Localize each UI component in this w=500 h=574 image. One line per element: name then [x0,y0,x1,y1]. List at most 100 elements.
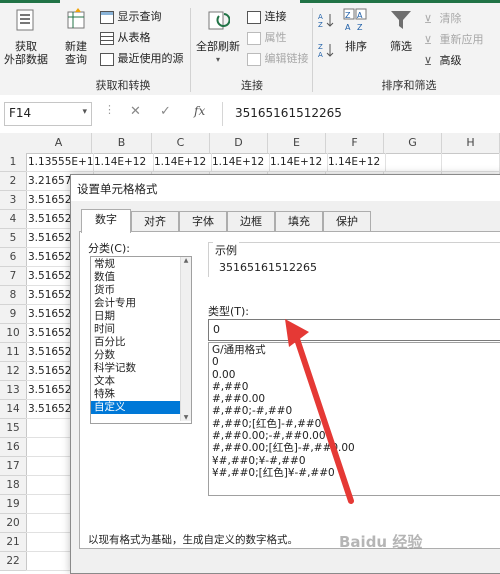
formula-input[interactable]: 35165161512265 [222,102,500,126]
svg-text:A: A [318,51,323,58]
row-header[interactable]: 2 [0,172,27,191]
edit-links-icon [247,52,261,66]
row-header[interactable]: 5 [0,229,27,248]
refresh-icon [206,8,231,32]
refresh-all-button[interactable]: 全部刷新 ▾ [194,8,242,66]
row-header[interactable]: 16 [0,438,27,457]
format-cells-dialog: 设置单元格格式 数字 对齐 字体 边框 填充 保护 分类(C): 常规 数值 货币 会计专用 日期… [70,174,500,574]
row-header[interactable]: 3 [0,191,27,210]
cell[interactable]: 1.14E+12 [326,153,386,172]
reapply-button[interactable]: ⊻ 重新应用 [424,33,484,47]
external-data-icon [14,8,38,32]
cell[interactable]: 1.14E+12 [210,153,270,172]
edit-links-button[interactable]: 编辑链接 [247,52,309,66]
connections-button[interactable]: 连接 [247,10,287,24]
row-header[interactable]: 14 [0,400,27,419]
svg-text:A: A [357,11,363,20]
confirm-icon[interactable]: ✓ [160,104,171,119]
recent-sources-icon [100,52,114,66]
row-header[interactable]: 17 [0,457,27,476]
row-header[interactable]: 11 [0,343,27,362]
filter-button[interactable]: 筛选 [383,8,419,53]
watermark: Baidu 经验 [339,533,423,551]
sort-button[interactable]: ZAAZ 排序 [338,8,374,53]
cell[interactable] [384,153,442,172]
formula-input-value: 35165161512265 [235,106,342,120]
row-header[interactable]: 19 [0,495,27,514]
row-header[interactable]: 1 [0,153,27,172]
row-header[interactable]: 10 [0,324,27,343]
group-label-connections: 连接 [241,79,263,92]
formula-bar: F14 ▾ ⋮ ✕ ✓ fx 35165161512265 [0,95,500,134]
row-header[interactable]: 18 [0,476,27,495]
new-query-button[interactable]: 新建 查询 [58,8,94,66]
column-header-e[interactable]: E [268,133,326,154]
filter-label: 筛选 [390,40,412,53]
show-queries-button[interactable]: 显示查询 [100,10,162,24]
cancel-icon[interactable]: ✕ [130,104,141,119]
clear-filter-label: 清除 [439,12,462,25]
properties-icon [247,31,261,45]
group-label-sort-filter: 排序和筛选 [381,79,437,92]
formula-more-icon: ⋮ [104,103,115,116]
properties-button[interactable]: 属性 [247,31,287,45]
new-query-icon [64,8,88,32]
get-external-data-button[interactable]: 获取 外部数据 [2,8,50,66]
new-query-label: 新建 查询 [65,40,87,66]
row-header[interactable]: 13 [0,381,27,400]
row-header[interactable]: 12 [0,362,27,381]
column-header-f[interactable]: F [326,133,384,154]
svg-text:A: A [318,13,323,21]
column-header-c[interactable]: C [152,133,210,154]
refresh-all-label: 全部刷新 [196,40,240,53]
row-header[interactable]: 4 [0,210,27,229]
name-box[interactable]: F14 ▾ [4,102,92,126]
sort-za-icon: ZA [318,43,334,59]
select-all-corner[interactable] [0,133,27,154]
column-header-b[interactable]: B [92,133,152,154]
show-queries-label: 显示查询 [117,10,162,23]
filter-icon [389,8,413,32]
sort-az-icon: AZ [318,13,334,29]
sort-ascending-button[interactable]: AZ [318,12,334,31]
column-header-a[interactable]: A [26,133,92,154]
insert-function-button[interactable]: fx [194,104,205,118]
edit-links-label: 编辑链接 [264,52,309,65]
sort-label: 排序 [345,40,367,53]
column-header-h[interactable]: H [442,133,500,154]
row-header[interactable]: 21 [0,533,27,552]
recent-sources-button[interactable]: 最近使用的源 [100,52,184,66]
row-header[interactable]: 7 [0,267,27,286]
ribbon-accent [0,0,60,3]
svg-text:A: A [345,23,351,32]
row-header[interactable]: 9 [0,305,27,324]
advanced-filter-button[interactable]: ⊻ 高级 [424,54,462,68]
row-header[interactable]: 6 [0,248,27,267]
sort-icon: ZAAZ [343,8,369,32]
get-external-data-label: 获取 外部数据 [4,40,48,66]
clear-filter-icon: ⊻ [424,12,433,26]
column-header-g[interactable]: G [384,133,442,154]
cell[interactable]: 1.13555E+12 [26,153,94,172]
from-table-button[interactable]: 从表格 [100,31,151,45]
row-header[interactable]: 22 [0,552,27,571]
cell[interactable]: 1.14E+12 [92,153,154,172]
reapply-label: 重新应用 [439,33,484,46]
row-header[interactable]: 8 [0,286,27,305]
group-label-get-transform: 获取和转换 [95,79,151,92]
name-box-value: F14 [9,106,32,120]
cell[interactable]: 1.14E+12 [268,153,328,172]
sort-descending-button[interactable]: ZA [318,42,334,61]
name-box-dropdown-icon[interactable]: ▾ [82,107,87,117]
clear-filter-button[interactable]: ⊻ 清除 [424,12,462,26]
cell[interactable]: 1.14E+12 [152,153,212,172]
row-header[interactable]: 20 [0,514,27,533]
row-header[interactable]: 15 [0,419,27,438]
tab-number[interactable]: 数字 [81,209,131,233]
ribbon: 获取 外部数据 新建 查询 显示查询 从表格 最近使用的源 获取和转换 全部刷新… [0,0,500,96]
reapply-icon: ⊻ [424,33,433,47]
group-separator [190,8,191,92]
table-icon [100,10,114,24]
cell[interactable] [442,153,500,172]
column-header-d[interactable]: D [210,133,268,154]
